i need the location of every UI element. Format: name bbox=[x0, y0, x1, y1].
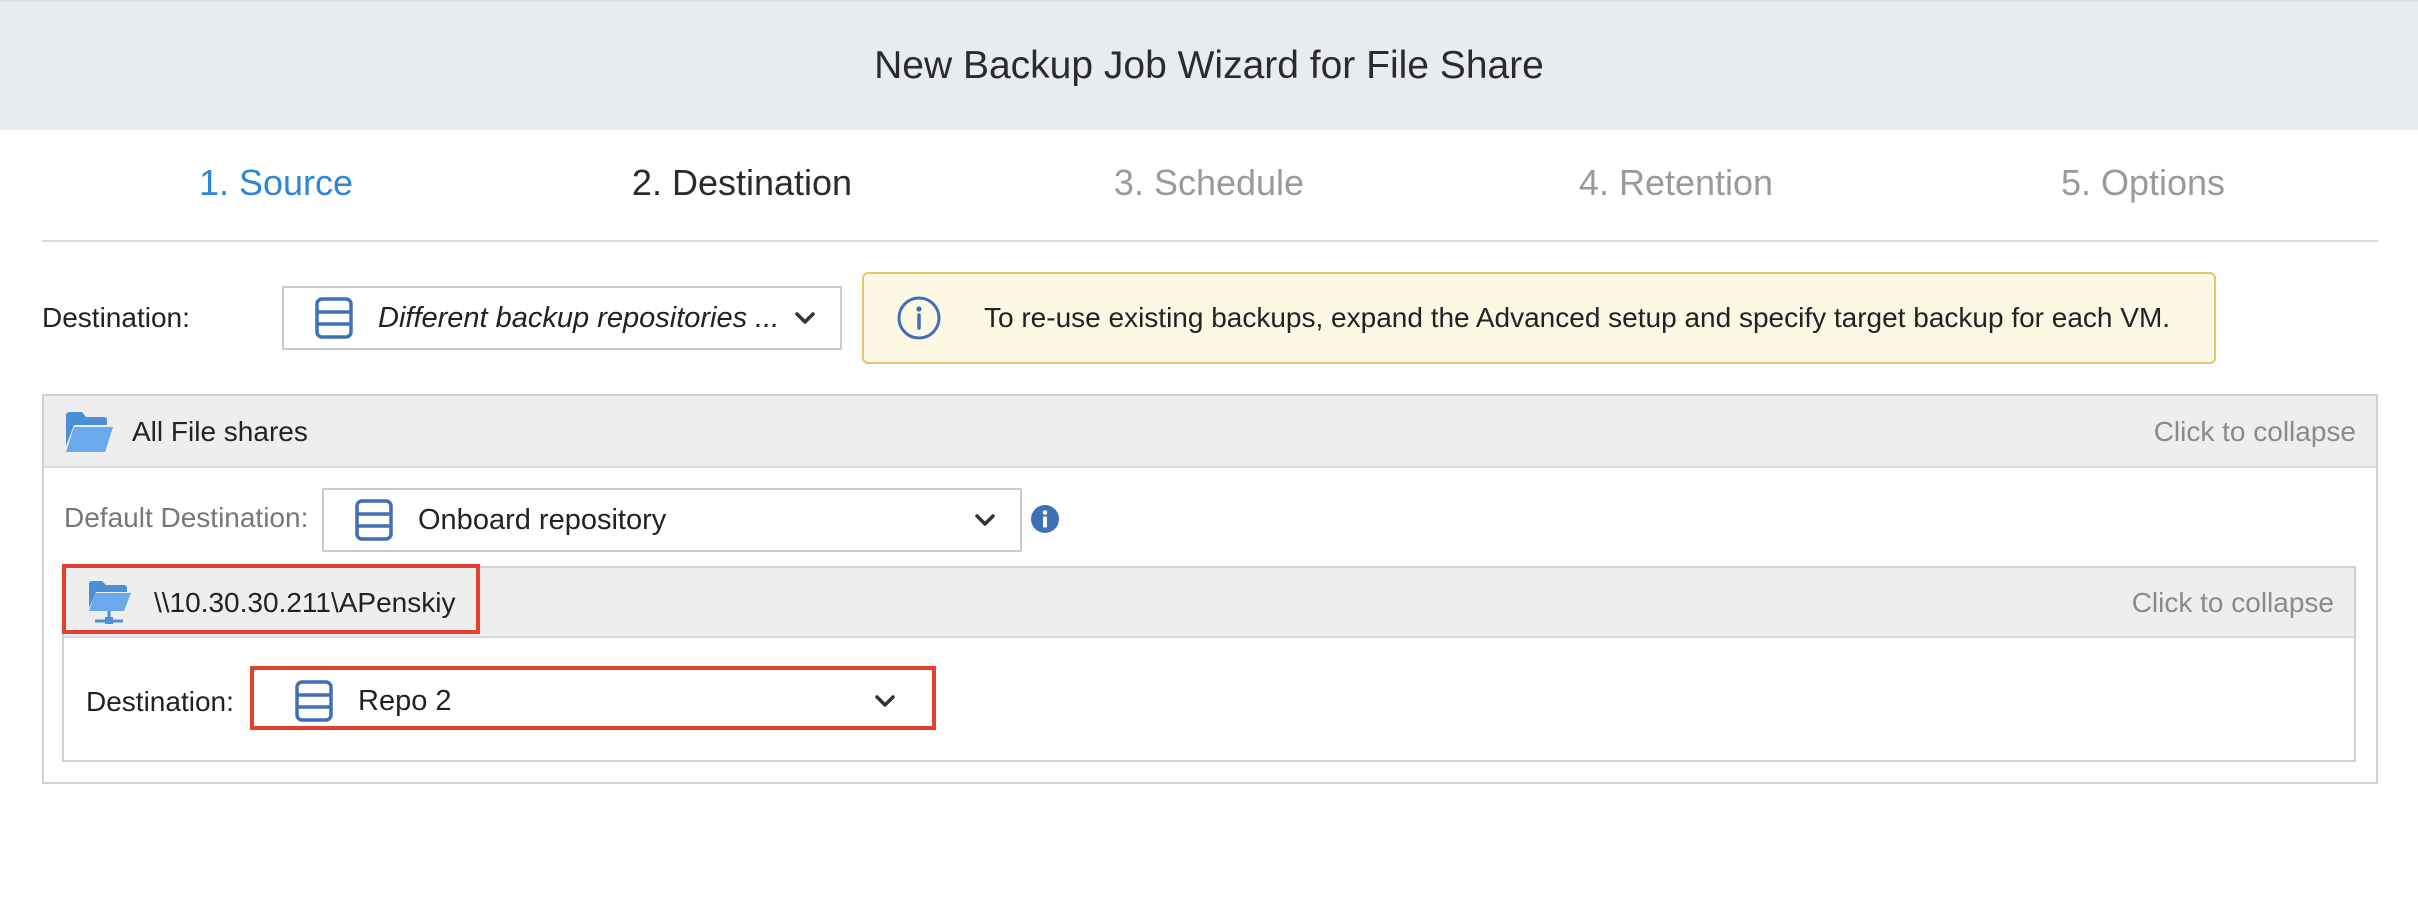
info-icon[interactable] bbox=[1030, 504, 1060, 534]
default-destination-select[interactable]: Onboard repository bbox=[322, 488, 1022, 552]
chevron-down-icon bbox=[795, 312, 815, 324]
file-share-collapse-link[interactable]: Click to collapse bbox=[2132, 587, 2334, 619]
open-folder-icon bbox=[66, 412, 113, 452]
share-destination-highlight bbox=[250, 666, 936, 730]
destination-select-value: Different backup repositories ... bbox=[378, 301, 780, 334]
step-source[interactable]: 1. Source bbox=[199, 162, 353, 204]
destination-label: Destination: bbox=[42, 302, 190, 333]
step-options[interactable]: 5. Options bbox=[2061, 162, 2225, 204]
default-destination-label: Default Destination: bbox=[64, 502, 309, 533]
database-icon bbox=[355, 499, 393, 541]
default-destination-value: Onboard repository bbox=[418, 503, 667, 536]
step-schedule[interactable]: 3. Schedule bbox=[1114, 162, 1304, 204]
step-destination[interactable]: 2. Destination bbox=[632, 162, 852, 204]
wizard-header: New Backup Job Wizard for File Share bbox=[0, 0, 2418, 130]
all-file-shares-header[interactable]: All File shares Click to collapse bbox=[44, 396, 2376, 468]
step-retention[interactable]: 4. Retention bbox=[1579, 162, 1773, 204]
reuse-backups-notice: To re-use existing backups, expand the A… bbox=[862, 272, 2216, 364]
database-icon bbox=[315, 297, 353, 339]
destination-select[interactable]: Different backup repositories ... bbox=[282, 286, 842, 350]
notice-text: To re-use existing backups, expand the A… bbox=[984, 302, 2171, 333]
info-circle-icon bbox=[897, 296, 941, 340]
chevron-down-icon bbox=[975, 514, 995, 526]
wizard-title: New Backup Job Wizard for File Share bbox=[874, 44, 1544, 87]
share-destination-label: Destination: bbox=[86, 686, 234, 717]
wizard-steps: 1. Source 2. Destination 3. Schedule 4. … bbox=[42, 128, 2378, 242]
all-file-shares-collapse-link[interactable]: Click to collapse bbox=[2154, 416, 2356, 448]
all-file-shares-title: All File shares bbox=[132, 416, 308, 447]
share-path-highlight bbox=[62, 564, 480, 634]
